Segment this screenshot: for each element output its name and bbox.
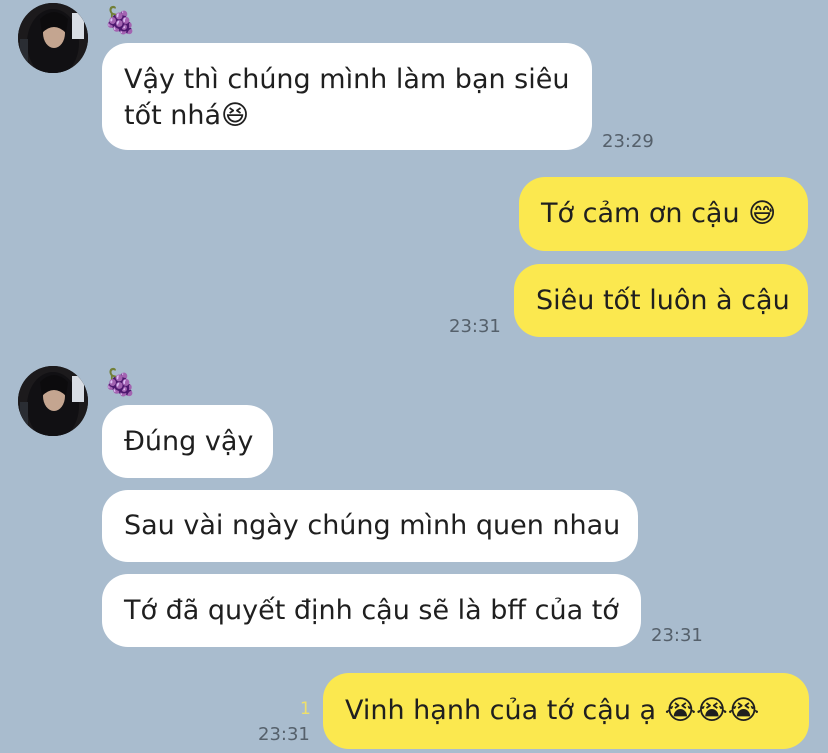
message-text: Siêu tốt luôn à cậu [536, 285, 790, 316]
message-text: Tớ cảm ơn cậu 😅 [541, 198, 777, 229]
message-text: Đúng vậy [124, 426, 254, 457]
sender-name-emoji: 🍇 [104, 6, 137, 36]
chat-window: { "contact": { "name_emoji": "🍇" }, "mes… [0, 0, 828, 753]
message-timestamp: 23:29 [602, 131, 654, 152]
message-bubble-outgoing[interactable]: Vinh hạnh của tớ cậu ạ 😭😭😭 [323, 673, 809, 749]
message-text: Tớ đã quyết định cậu sẽ là bff của tớ [124, 595, 619, 626]
message-text: Vinh hạnh của tớ cậu ạ 😭😭😭 [345, 695, 760, 726]
avatar-photo [18, 366, 88, 436]
contact-avatar[interactable] [18, 366, 88, 436]
message-text: tốt nhá😆 [124, 100, 250, 131]
message-bubble-outgoing[interactable]: Tớ cảm ơn cậu 😅 [519, 177, 808, 251]
message-timestamp: 23:31 [651, 625, 703, 646]
message-bubble-incoming[interactable]: Đúng vậy [102, 405, 273, 478]
contact-avatar[interactable] [18, 3, 88, 73]
message-bubble-incoming[interactable]: Sau vài ngày chúng mình quen nhau [102, 490, 638, 562]
sender-name-emoji: 🍇 [104, 368, 137, 398]
message-text: Vậy thì chúng mình làm bạn siêu [124, 64, 570, 95]
avatar-photo [18, 3, 88, 73]
message-bubble-outgoing[interactable]: Siêu tốt luôn à cậu [514, 264, 808, 337]
message-bubble-incoming[interactable]: Tớ đã quyết định cậu sẽ là bff của tớ [102, 574, 641, 647]
read-count-indicator: 1 [300, 699, 311, 719]
message-text: Sau vài ngày chúng mình quen nhau [124, 510, 621, 541]
message-timestamp: 23:31 [258, 724, 310, 745]
message-timestamp: 23:31 [449, 316, 501, 337]
message-bubble-incoming[interactable]: Vậy thì chúng mình làm bạn siêu tốt nhá😆 [102, 43, 592, 150]
